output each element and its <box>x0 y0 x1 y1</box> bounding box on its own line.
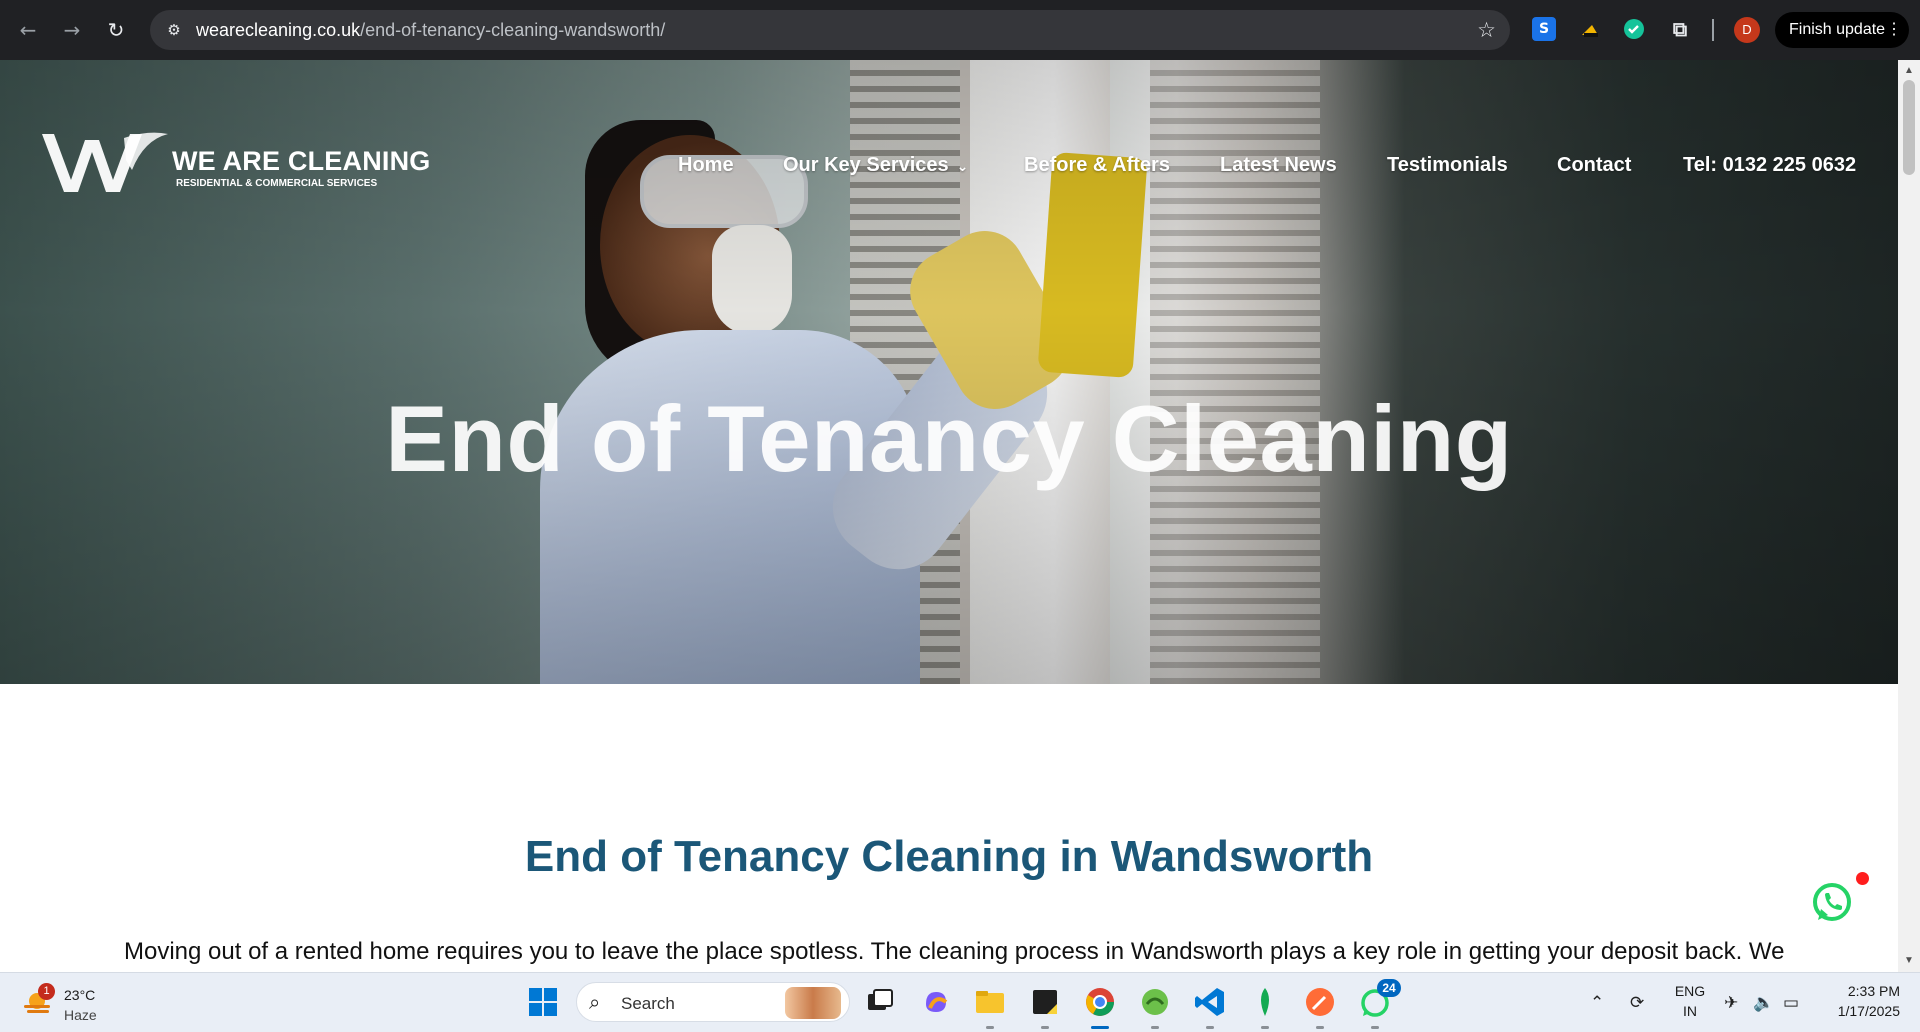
nav-latest-news[interactable]: Latest News <box>1220 154 1337 177</box>
nav-contact[interactable]: Contact <box>1557 154 1631 177</box>
url-domain: wearecleaning.co.uk <box>196 20 361 40</box>
vscode-icon[interactable] <box>1192 984 1228 1020</box>
scrollbar-thumb[interactable] <box>1903 80 1915 175</box>
mongodb-icon[interactable] <box>1247 984 1283 1020</box>
sticky-notes-indicator <box>1041 1026 1049 1029</box>
nav-testimonials[interactable]: Testimonials <box>1387 154 1508 177</box>
sync-icon[interactable]: ⟳ <box>1630 993 1644 1013</box>
chrome-active-indicator <box>1091 1026 1109 1029</box>
green-app-indicator <box>1151 1026 1159 1029</box>
green-app-icon[interactable] <box>1137 984 1173 1020</box>
url-text[interactable]: wearecleaning.co.uk/end-of-tenancy-clean… <box>196 20 665 41</box>
browser-toolbar: ← → ↻ ⚙ wearecleaning.co.uk/end-of-tenan… <box>0 0 1920 60</box>
site-logo[interactable]: WE ARE CLEANING RESIDENTIAL & COMMERCIAL… <box>40 130 430 196</box>
intro-paragraph: Moving out of a rented home requires you… <box>124 938 1784 965</box>
extension-dark-icon[interactable] <box>1578 17 1602 41</box>
whatsapp-indicator <box>1371 1026 1379 1029</box>
vscode-indicator <box>1206 1026 1214 1029</box>
mongodb-indicator <box>1261 1026 1269 1029</box>
weather-condition: Haze <box>64 1007 97 1023</box>
forward-icon[interactable]: → <box>58 16 86 44</box>
taskbar-search[interactable]: ⌕ Search <box>576 982 850 1022</box>
whatsapp-unread-badge: 24 <box>1377 979 1401 997</box>
taskbar-search-label: Search <box>621 994 675 1013</box>
postman-indicator <box>1316 1026 1324 1029</box>
clock-time[interactable]: 2:33 PM <box>1820 983 1900 999</box>
page-heading: End of Tenancy Cleaning in Wandsworth <box>524 832 1374 881</box>
nav-home[interactable]: Home <box>678 154 734 177</box>
search-icon: ⌕ <box>589 990 601 1014</box>
hero-banner: WE ARE CLEANING RESIDENTIAL & COMMERCIAL… <box>0 60 1898 684</box>
hero-title: End of Tenancy Cleaning <box>385 386 1513 491</box>
toolbar-divider <box>1712 19 1714 41</box>
sticky-notes-icon[interactable] <box>1027 984 1063 1020</box>
windows-start-icon[interactable] <box>525 984 561 1020</box>
logo-w-mark <box>42 132 168 192</box>
language-top[interactable]: ENG <box>1672 983 1708 999</box>
file-explorer-icon[interactable] <box>972 984 1008 1020</box>
address-bar[interactable]: ⚙ wearecleaning.co.uk/end-of-tenancy-cle… <box>150 10 1510 50</box>
extension-s-icon[interactable]: S <box>1532 17 1556 41</box>
search-highlight-image <box>785 987 841 1019</box>
extensions-puzzle-icon[interactable]: ⧉ <box>1668 17 1692 41</box>
back-icon[interactable]: ← <box>14 16 42 44</box>
postman-icon[interactable] <box>1302 984 1338 1020</box>
nav-our-key-services[interactable]: Our Key Services ⌄ <box>783 154 968 177</box>
file-explorer-indicator <box>986 1026 994 1029</box>
windows-taskbar: 1 23°C Haze ⌕ Search 24 ⌃ ⟳ ENG IN ✈ 🔈 ▭… <box>0 972 1920 1032</box>
site-settings-icon[interactable]: ⚙ <box>164 20 184 40</box>
task-view-icon[interactable] <box>862 984 898 1020</box>
weather-widget[interactable]: 1 23°C Haze <box>22 981 132 1025</box>
nav-before-afters[interactable]: Before & Afters <box>1024 154 1170 177</box>
logo-name: WE ARE CLEANING <box>172 146 431 176</box>
chrome-icon[interactable] <box>1082 984 1118 1020</box>
whatsapp-chat-icon[interactable] <box>1810 880 1854 924</box>
clock-date[interactable]: 1/17/2025 <box>1820 1003 1900 1019</box>
volume-icon[interactable]: 🔈 <box>1753 993 1774 1013</box>
reload-icon[interactable]: ↻ <box>102 16 130 44</box>
web-page: WE ARE CLEANING RESIDENTIAL & COMMERCIAL… <box>0 60 1898 972</box>
nav-phone[interactable]: Tel: 0132 225 0632 <box>1683 154 1856 177</box>
battery-icon[interactable]: ▭ <box>1783 993 1799 1013</box>
finish-update-label: Finish update <box>1789 21 1886 38</box>
show-hidden-icons-icon[interactable]: ⌃ <box>1590 993 1604 1013</box>
profile-avatar[interactable]: D <box>1734 17 1760 43</box>
extension-grammar-icon[interactable] <box>1622 17 1646 41</box>
logo-tagline: RESIDENTIAL & COMMERCIAL SERVICES <box>176 178 378 189</box>
scroll-down-icon[interactable]: ▼ <box>1898 952 1920 970</box>
chevron-down-icon: ⌄ <box>956 159 969 175</box>
notification-dot <box>1856 872 1869 885</box>
language-bottom[interactable]: IN <box>1672 1003 1708 1019</box>
weather-temperature: 23°C <box>64 987 96 1003</box>
page-scrollbar[interactable]: ▲ ▼ <box>1898 60 1920 972</box>
more-menu-icon[interactable]: ⋮ <box>1886 12 1902 48</box>
copilot-icon[interactable] <box>918 984 954 1020</box>
url-path: /end-of-tenancy-cleaning-wandsworth/ <box>360 20 666 40</box>
bookmark-star-icon[interactable]: ☆ <box>1477 18 1496 42</box>
airplane-mode-icon[interactable]: ✈ <box>1724 993 1738 1013</box>
nav-our-key-services-label: Our Key Services <box>783 154 949 176</box>
scroll-up-icon[interactable]: ▲ <box>1898 62 1920 80</box>
finish-update-button[interactable]: Finish update ⋮ <box>1775 12 1909 48</box>
weather-alert-badge: 1 <box>38 983 55 1000</box>
